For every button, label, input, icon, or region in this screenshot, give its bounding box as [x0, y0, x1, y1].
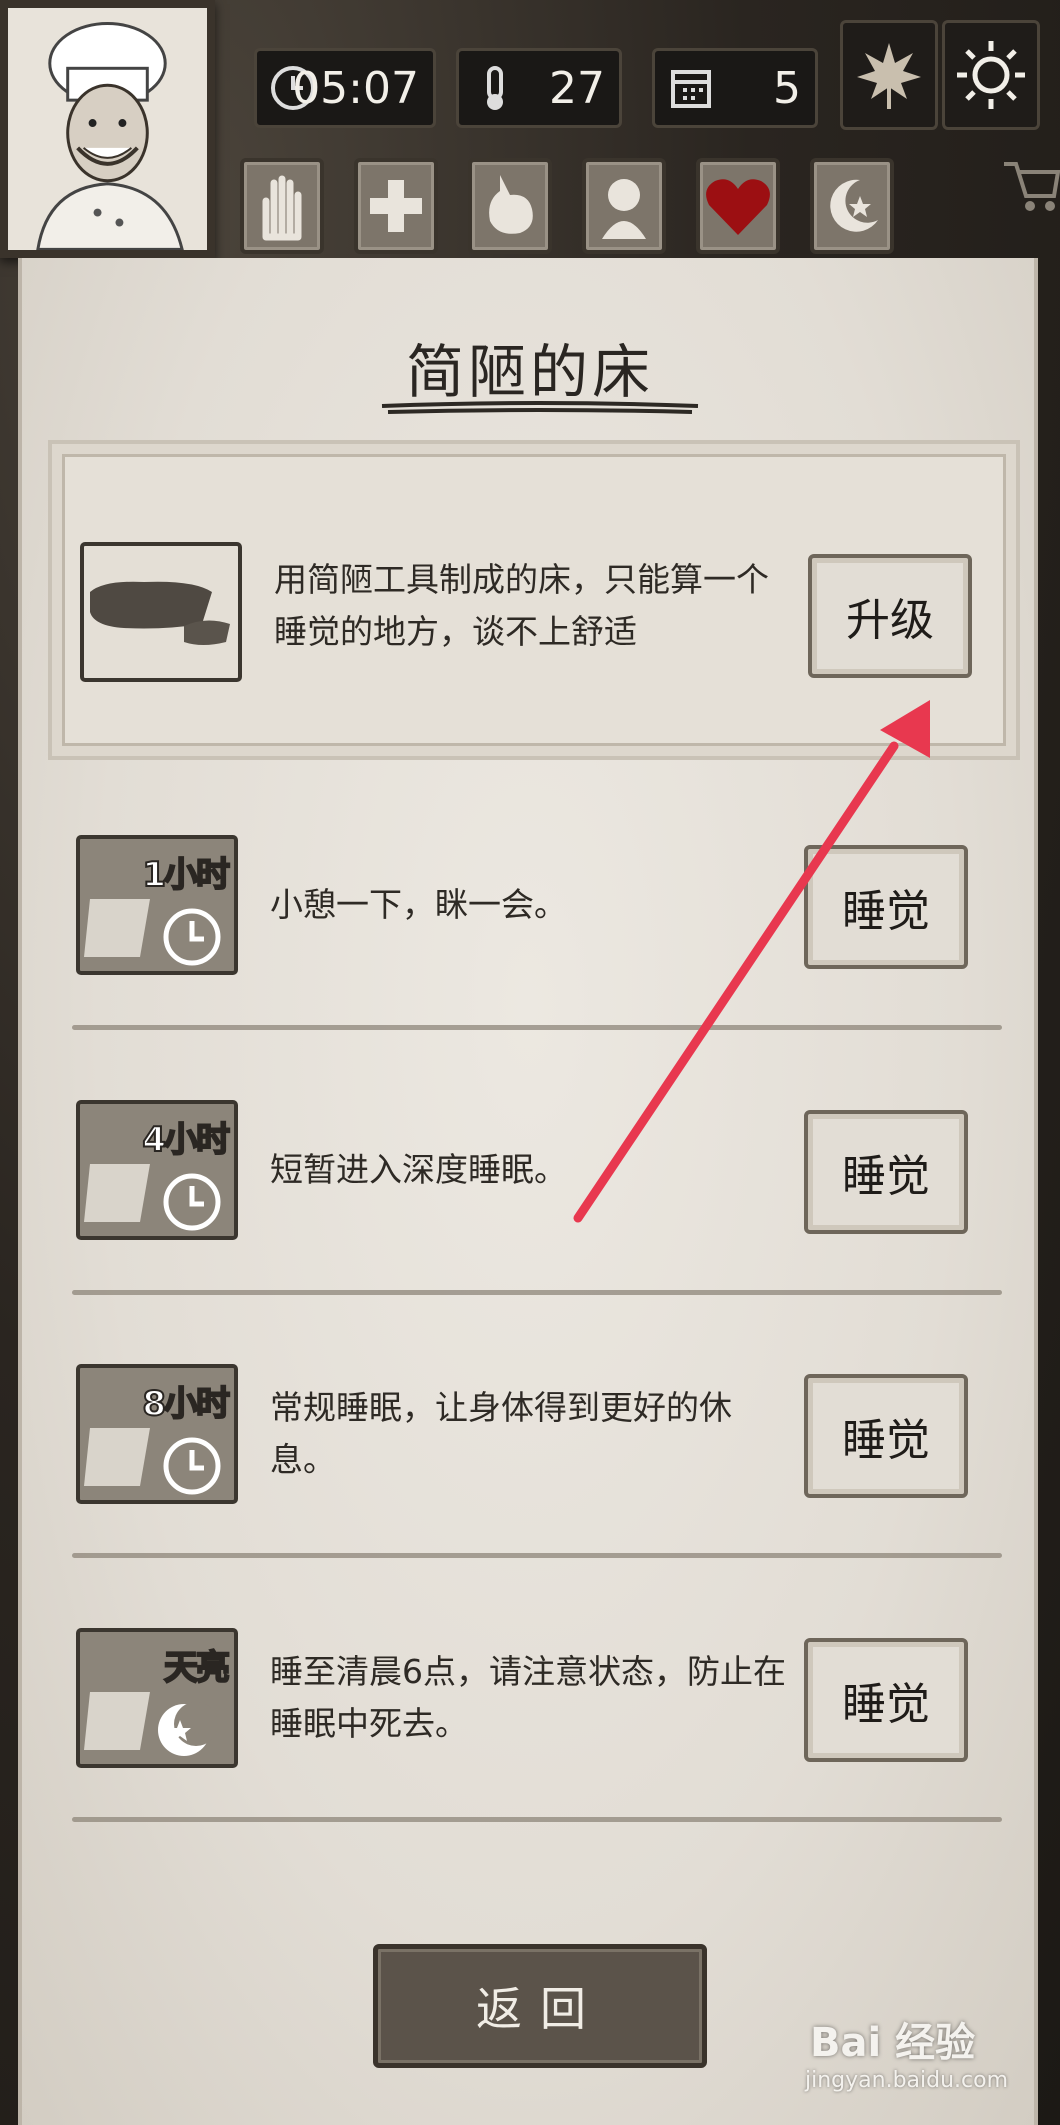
health-cross-icon: [370, 180, 422, 232]
divider: [72, 1553, 1002, 1558]
sleep-option-8h: 8小时 常规睡眠，让身体得到更好的休息。 睡觉: [48, 1364, 1020, 1514]
top-hud: 05:07 27 5: [0, 0, 1060, 260]
heart-icon: [706, 179, 770, 235]
sleep-8h-description: 常规睡眠，让身体得到更好的休息。: [270, 1388, 732, 1479]
temperature-value: 27: [549, 62, 605, 114]
sleep-4h-icon: 4小时: [76, 1100, 238, 1240]
sleep-1h-label: 1小时: [141, 854, 231, 896]
hand-icon: [262, 175, 302, 241]
health-status[interactable]: [354, 158, 438, 254]
sleep-4h-description: 短暂进入深度睡眠。: [270, 1150, 567, 1189]
head-icon: [602, 179, 646, 239]
calendar-icon: [671, 70, 711, 108]
chef-portrait[interactable]: [0, 0, 215, 258]
title-underline: [381, 401, 699, 414]
divider: [72, 1025, 1002, 1030]
divider: [72, 1290, 1002, 1295]
weather-button[interactable]: [942, 20, 1040, 130]
sleep-4h-label: 4小时: [141, 1119, 231, 1161]
bed-description: 用简陋工具制成的床，只能算一个睡觉的地方，谈不上舒适: [274, 560, 769, 651]
cart-icon[interactable]: [1000, 150, 1060, 220]
return-button[interactable]: 返回: [373, 1944, 707, 2068]
sleep-1h-icon: 1小时: [76, 835, 238, 975]
sleep-option-1h: 1小时 小憩一下，眯一会。 睡觉: [48, 835, 1020, 985]
panel-title: 简陋的床: [405, 338, 654, 406]
sleep-8h-label: 8小时: [141, 1383, 231, 1425]
bed-card: 用简陋工具制成的床，只能算一个睡觉的地方，谈不上舒适 升级: [48, 440, 1020, 760]
time-value: 05:07: [292, 62, 419, 114]
heart-status[interactable]: [696, 158, 780, 254]
sleep-dawn-button[interactable]: 睡觉: [804, 1638, 968, 1762]
sleep-option-4h: 4小时 短暂进入深度睡眠。 睡觉: [48, 1100, 1020, 1250]
hand-status[interactable]: [240, 158, 324, 254]
sleep-dawn-icon: 天亮: [76, 1628, 238, 1768]
leaf-icon: [857, 43, 921, 109]
thermometer-icon: [487, 66, 503, 110]
watermark-url: jingyan.baidu.com: [805, 2068, 1009, 2093]
moon-icon: [830, 179, 878, 232]
day-value: 5: [773, 62, 801, 114]
sleep-1h-description: 小憩一下，眯一会。: [270, 885, 567, 924]
sleep-status[interactable]: [810, 158, 894, 254]
sleep-option-dawn: 天亮 睡至清晨6点，请注意状态，防止在睡眠中死去。 睡觉: [48, 1628, 1020, 1778]
sun-icon: [957, 41, 1025, 109]
sleep-8h-button[interactable]: 睡觉: [804, 1374, 968, 1498]
sleep-dawn-description: 睡至清晨6点，请注意状态，防止在睡眠中死去。: [270, 1652, 786, 1743]
sleep-1h-button[interactable]: 睡觉: [804, 845, 968, 969]
time-display: 05:07: [254, 48, 436, 128]
season-button[interactable]: [840, 20, 938, 130]
bed-image: [80, 542, 242, 682]
temperature-display: 27: [456, 48, 622, 128]
sleep-4h-button[interactable]: 睡觉: [804, 1110, 968, 1234]
day-display: 5: [652, 48, 818, 128]
divider: [72, 1817, 1002, 1822]
mind-status[interactable]: [582, 158, 666, 254]
hunger-status[interactable]: [468, 158, 552, 254]
stomach-icon: [489, 175, 533, 234]
upgrade-button[interactable]: 升级: [808, 554, 972, 678]
sleep-8h-icon: 8小时: [76, 1364, 238, 1504]
sleep-dawn-label: 天亮: [163, 1647, 231, 1689]
watermark-brand: Bai 经验: [810, 2020, 976, 2066]
